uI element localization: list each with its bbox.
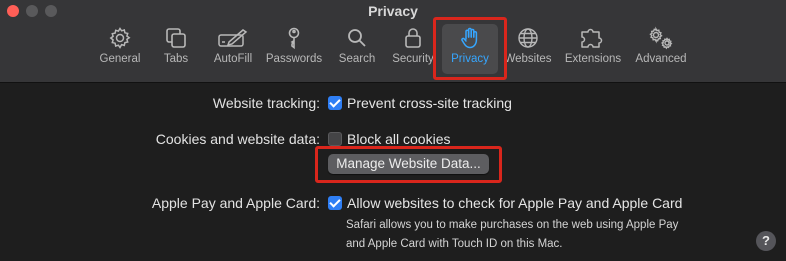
prevent-cross-site-tracking-checkbox[interactable] bbox=[328, 96, 342, 110]
window-title: Privacy bbox=[368, 3, 418, 19]
apple-pay-description: Safari allows you to make purchases on t… bbox=[346, 216, 706, 254]
help-button[interactable]: ? bbox=[756, 231, 776, 251]
tab-advanced-label: Advanced bbox=[635, 53, 687, 65]
puzzle-icon bbox=[581, 28, 603, 48]
apple-pay-description-line1: Safari allows you to make purchases on t… bbox=[346, 219, 679, 231]
tabs-icon bbox=[166, 28, 186, 48]
tab-autofill[interactable]: AutoFill bbox=[208, 26, 258, 74]
manage-data-highlight-box bbox=[315, 146, 502, 183]
tab-search-label: Search bbox=[338, 53, 376, 65]
tab-advanced[interactable]: Advanced bbox=[632, 26, 690, 74]
magnifier-icon bbox=[348, 29, 366, 47]
tab-security[interactable]: Security bbox=[388, 26, 438, 74]
globe-icon bbox=[518, 28, 538, 48]
tab-general-label: General bbox=[99, 53, 141, 65]
tab-general[interactable]: General bbox=[96, 26, 144, 74]
tab-tabs-label: Tabs bbox=[163, 53, 189, 65]
tab-extensions[interactable]: Extensions bbox=[562, 26, 624, 74]
tab-security-label: Security bbox=[392, 53, 434, 65]
tab-tabs[interactable]: Tabs bbox=[156, 26, 196, 74]
lock-icon bbox=[405, 28, 421, 48]
tab-search[interactable]: Search bbox=[334, 26, 380, 74]
key-icon bbox=[288, 27, 300, 50]
block-all-cookies-checkbox[interactable] bbox=[328, 132, 342, 146]
tab-passwords[interactable]: Passwords bbox=[264, 26, 324, 74]
tab-autofill-label: AutoFill bbox=[213, 53, 253, 65]
allow-apple-pay-check-label[interactable]: Allow websites to check for Apple Pay an… bbox=[347, 195, 682, 211]
website-tracking-label: Website tracking: bbox=[212, 95, 320, 111]
allow-apple-pay-check-checkbox[interactable] bbox=[328, 196, 342, 210]
autofill-pencil-icon bbox=[218, 29, 248, 47]
toolbar: Privacy General Tabs AutoFill Passwords … bbox=[0, 0, 786, 83]
tab-extensions-label: Extensions bbox=[564, 53, 622, 65]
tab-passwords-label: Passwords bbox=[265, 53, 323, 65]
cookies-website-data-label: Cookies and website data: bbox=[155, 131, 320, 147]
gear-icon bbox=[109, 27, 131, 49]
prevent-cross-site-tracking-label[interactable]: Prevent cross-site tracking bbox=[347, 95, 512, 111]
apple-pay-apple-card-label: Apple Pay and Apple Card: bbox=[151, 195, 320, 211]
block-all-cookies-label[interactable]: Block all cookies bbox=[347, 131, 451, 147]
tab-websites-label: Websites bbox=[504, 53, 552, 65]
safari-preferences-window: Privacy General Tabs AutoFill Passwords … bbox=[0, 0, 786, 261]
apple-pay-description-line2: and Apple Card with Touch ID on this Mac… bbox=[346, 238, 563, 250]
tab-websites[interactable]: Websites bbox=[504, 26, 552, 74]
privacy-tab-highlight-box bbox=[433, 17, 507, 80]
gears-icon bbox=[649, 26, 673, 50]
